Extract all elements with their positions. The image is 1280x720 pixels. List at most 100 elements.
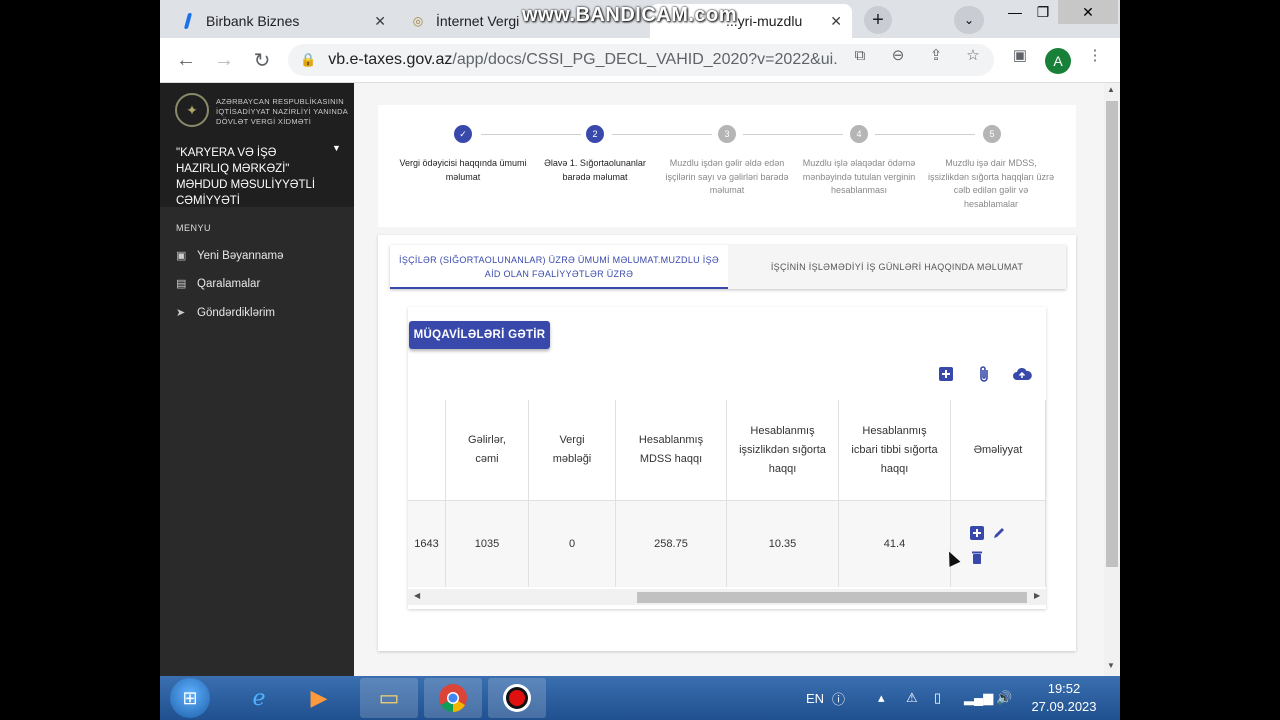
volume-icon[interactable]: 🔊 [996, 676, 1012, 720]
zoom-icon[interactable]: ⊖ [889, 46, 907, 64]
caret-down-icon[interactable]: ▼ [332, 143, 341, 153]
restore-icon[interactable]: ❐ [1030, 0, 1056, 24]
minimize-icon[interactable]: — [1002, 0, 1028, 24]
table-header-cell: Əməliyyat [951, 400, 1046, 500]
main-content: ✓ 2 3 4 5 Vergi ödəyicisi haqqında ümumi… [354, 83, 1104, 676]
org-line: DÖVLƏT VERGİ XİDMƏTİ [216, 117, 312, 126]
page: ✦ AZƏRBAYCAN RESPUBLİKASININ İQTİSADİYYA… [160, 83, 1120, 676]
sidebar-item-new-declaration[interactable]: ▣ Yeni Bəyannamə [176, 249, 284, 263]
forward-icon[interactable]: → [212, 48, 236, 72]
page-vertical-scrollbar[interactable]: ▲ ▼ [1104, 83, 1120, 676]
internet-explorer-icon[interactable]: ℯ [230, 678, 288, 718]
translate-icon[interactable]: ⧉ [851, 46, 869, 64]
scroll-left-icon[interactable]: ◀ [414, 591, 420, 600]
clock-time: 19:52 [1047, 681, 1081, 696]
step-5[interactable]: 5 [983, 125, 1001, 143]
scrollbar-thumb[interactable] [637, 592, 1027, 603]
tray-expand-icon[interactable]: ▴ [878, 676, 885, 720]
scroll-down-icon[interactable]: ▼ [1107, 661, 1115, 670]
media-player-icon[interactable]: ▶ [290, 678, 348, 718]
add-row-icon[interactable] [969, 525, 985, 541]
step-4[interactable]: 4 [850, 125, 868, 143]
address-toolbar: ← → ↻ 🔒 vb.e-taxes.gov.az/app/docs/CSSI_… [160, 38, 1120, 83]
table-cell: 1643 [408, 501, 446, 587]
bookmark-star-icon[interactable]: ☆ [964, 46, 982, 64]
tab-non-working-days[interactable]: İŞÇİNİN İŞLƏMƏDİYİ İŞ GÜNLƏRİ HAQQINDA M… [728, 245, 1066, 289]
actions-cell [951, 501, 1046, 587]
tax-service-favicon-icon: ◎ [412, 14, 424, 28]
help-icon[interactable]: ⓘ [832, 676, 845, 720]
step-connector [481, 134, 581, 135]
signal-icon[interactable]: ▂▄▆ [964, 676, 993, 720]
bandicam-record-icon[interactable] [488, 678, 546, 718]
birbank-favicon-icon [180, 13, 196, 29]
table-cell: 41.4 [839, 501, 951, 587]
sidebar-item-sent[interactable]: ➤ Göndərdiklərim [176, 306, 275, 320]
scroll-up-icon[interactable]: ▲ [1107, 85, 1115, 94]
share-icon[interactable]: ⇪ [927, 46, 945, 64]
network-error-icon[interactable]: ⚠ [906, 676, 918, 720]
org-line: AZƏRBAYCAN RESPUBLİKASININ [216, 97, 344, 106]
step-1-check-icon[interactable]: ✓ [454, 125, 472, 143]
step-connector [875, 134, 975, 135]
lock-icon: 🔒 [300, 52, 317, 67]
side-panel-icon[interactable]: ▣ [1011, 46, 1029, 64]
reload-icon[interactable]: ↻ [250, 48, 274, 72]
sidebar-header: ✦ AZƏRBAYCAN RESPUBLİKASININ İQTİSADİYYA… [160, 83, 354, 207]
delete-trash-icon[interactable] [969, 549, 985, 565]
step-4-label: Muzdlu işlə əlaqədar ödəmə mənbəyində tu… [802, 158, 916, 195]
fetch-contracts-button[interactable]: MÜQAVİLƏLƏRİ GƏTİR [409, 321, 550, 349]
tab-general-info[interactable]: İŞÇİLƏR (SIĞORTAOLUNANLAR) ÜZRƏ ÜMUMİ MƏ… [390, 245, 728, 289]
chrome-icon[interactable] [424, 678, 482, 718]
tab-birbank[interactable]: Birbank Biznes ✕ [170, 4, 396, 38]
step-5-label: Muzdlu işə dair MDSS, işsizlikdən sığort… [927, 158, 1055, 209]
section-tabs: İŞÇİLƏR (SIĞORTAOLUNANLAR) ÜZRƏ ÜMUMİ MƏ… [390, 245, 1066, 289]
draft-icon: ▤ [176, 278, 187, 290]
scroll-right-icon[interactable]: ▶ [1034, 591, 1040, 600]
step-connector [612, 134, 712, 135]
url-text[interactable]: vb.e-taxes.gov.az/app/docs/CSSI_PG_DECL_… [328, 51, 838, 69]
tab-title: ...yri-muzdlu [726, 13, 803, 29]
file-explorer-icon[interactable]: ▭ [360, 678, 418, 718]
table-header-cell: Hesablanmış MDSS haqqı [616, 400, 727, 500]
table-cell: 0 [529, 501, 616, 587]
tab-title: İnternet Vergi [436, 13, 520, 29]
recording-watermark: www.BANDICAM.com [522, 4, 738, 26]
windows-taskbar: ⊞ ℯ ▶ ▭ EN ⓘ ▴ ⚠ ▯ ▂▄▆ 🔊 19:52 27.09.202… [160, 676, 1120, 720]
tab-search-icon[interactable]: ⌄ [954, 6, 984, 34]
add-box-icon[interactable] [937, 365, 955, 383]
profile-avatar[interactable]: A [1045, 48, 1071, 74]
table-header-cell: Vergi məbləği [529, 400, 616, 500]
table-header-cell [408, 400, 446, 500]
tax-service-emblem-icon: ✦ [175, 93, 209, 127]
window-close-icon[interactable]: ✕ [1058, 0, 1118, 24]
step-3[interactable]: 3 [718, 125, 736, 143]
step-1-label: Vergi ödəyicisi haqqında ümumi məlumat [399, 158, 527, 182]
cloud-upload-icon[interactable] [1011, 365, 1033, 383]
horizontal-scrollbar[interactable]: ◀ ▶ [408, 589, 1046, 605]
browser-window: Birbank Biznes ✕ ◎ İnternet Vergi ...yri… [160, 0, 1120, 676]
tab-title: Birbank Biznes [206, 13, 300, 29]
organization-name: AZƏRBAYCAN RESPUBLİKASININ İQTİSADİYYAT … [216, 97, 348, 127]
close-icon[interactable]: ✕ [830, 13, 842, 30]
attachment-icon[interactable] [975, 365, 993, 383]
windows-start-icon[interactable]: ⊞ [170, 678, 210, 718]
language-indicator[interactable]: EN [806, 676, 824, 720]
sidebar-item-drafts[interactable]: ▤ Qaralamalar [176, 277, 260, 291]
system-clock[interactable]: 19:52 27.09.2023 [1024, 680, 1104, 716]
step-2[interactable]: 2 [586, 125, 604, 143]
new-document-icon: ▣ [176, 250, 187, 262]
close-icon[interactable]: ✕ [374, 13, 386, 30]
device-icon[interactable]: ▯ [934, 676, 941, 720]
company-name[interactable]: "KARYERA VƏ İŞƏ HAZIRLIQ MƏRKƏZİ" MƏHDUD… [176, 145, 326, 209]
back-icon[interactable]: ← [174, 48, 198, 72]
send-icon: ➤ [176, 307, 186, 319]
edit-pencil-icon[interactable] [991, 525, 1007, 541]
sidebar-item-label: Yeni Bəyannamə [197, 249, 284, 262]
vertical-scrollbar-thumb[interactable] [1106, 101, 1118, 567]
table-header-cell: Hesablanmış işsizlikdən sığorta haqqı [727, 400, 839, 500]
new-tab-button[interactable]: + [864, 6, 892, 34]
table-cell: 1035 [446, 501, 529, 587]
menu-kebab-icon[interactable]: ⋮ [1086, 46, 1104, 64]
url-host: vb.e-taxes.gov.az [328, 51, 453, 68]
